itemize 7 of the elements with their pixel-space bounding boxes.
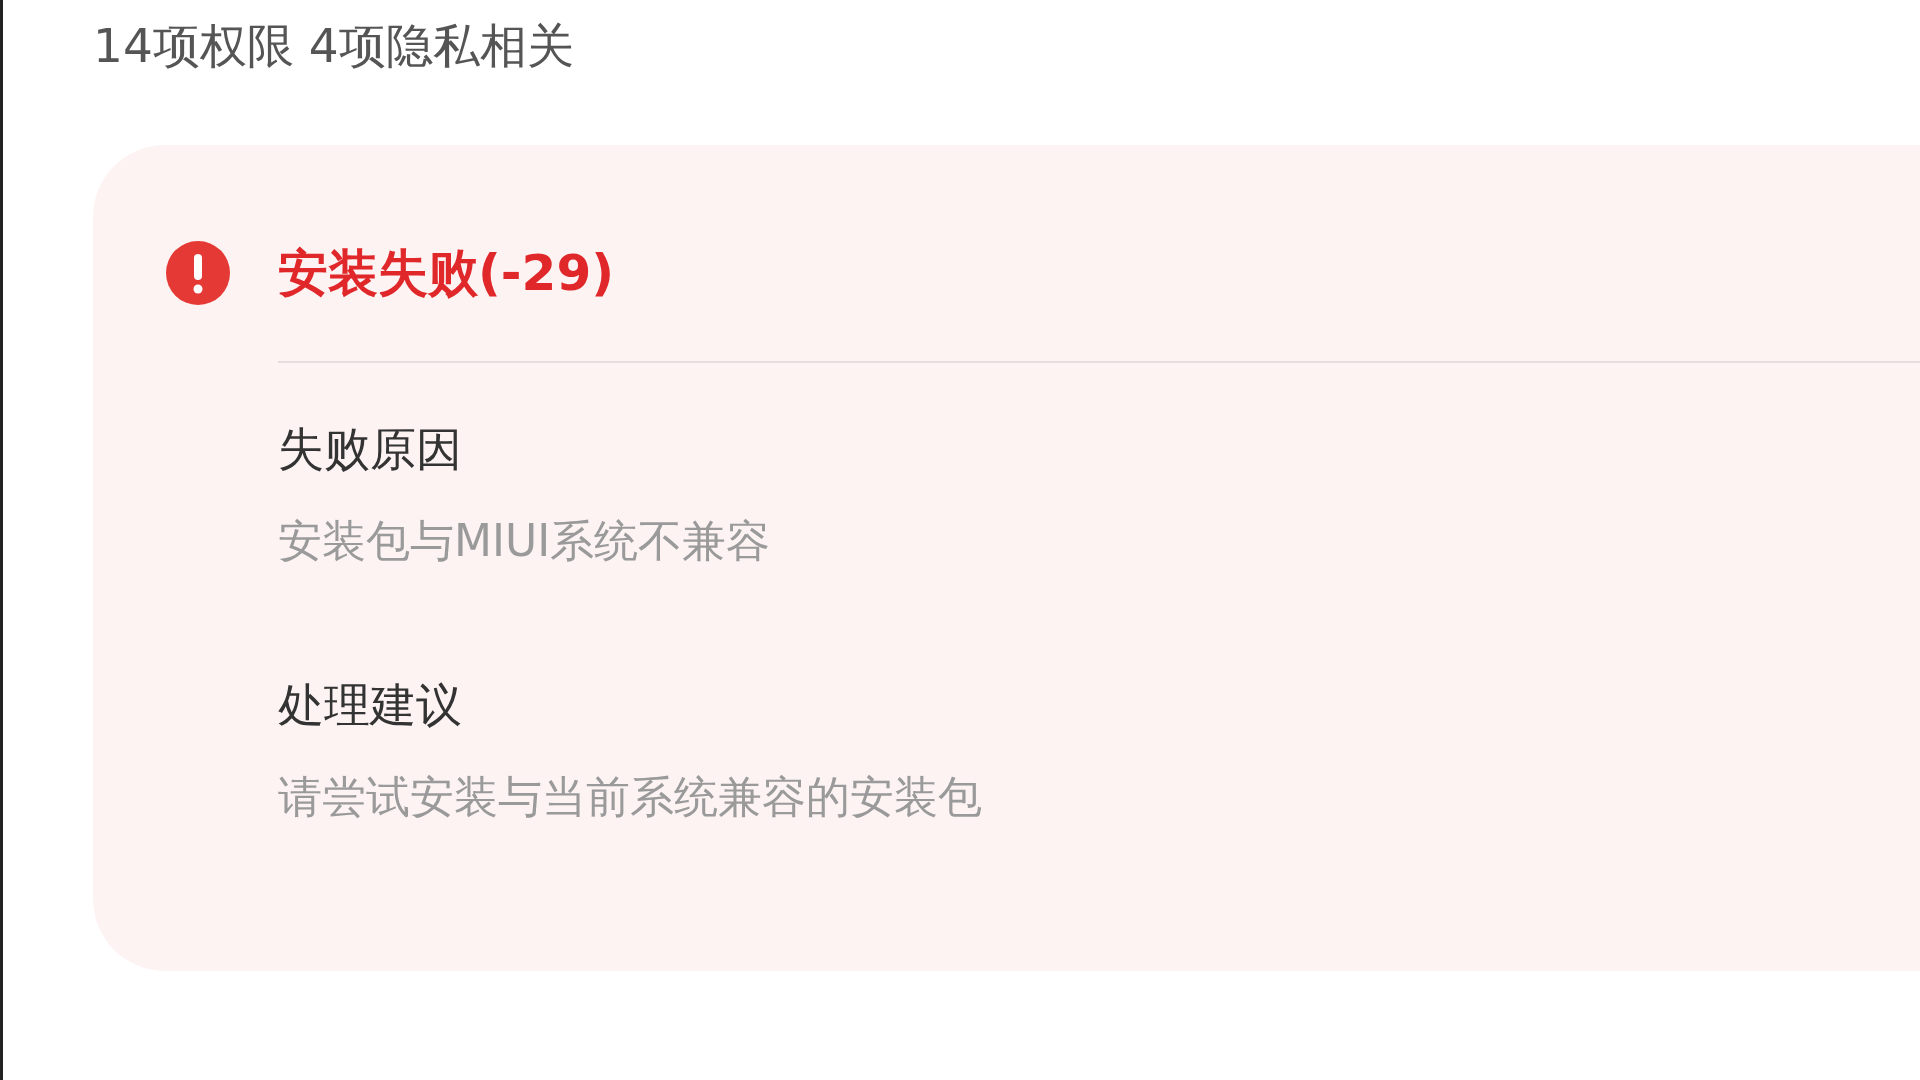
permission-summary: 14项权限 4项隐私相关: [93, 17, 574, 75]
section-heading: 失败原因: [278, 421, 462, 478]
error-title: 安装失败(-29): [278, 243, 615, 304]
section-text: 安装包与MIUI系统不兼容: [278, 514, 771, 568]
section-heading: 处理建议: [278, 677, 462, 734]
alert-icon: [166, 241, 230, 305]
section-text: 请尝试安装与当前系统兼容的安装包: [278, 770, 982, 824]
